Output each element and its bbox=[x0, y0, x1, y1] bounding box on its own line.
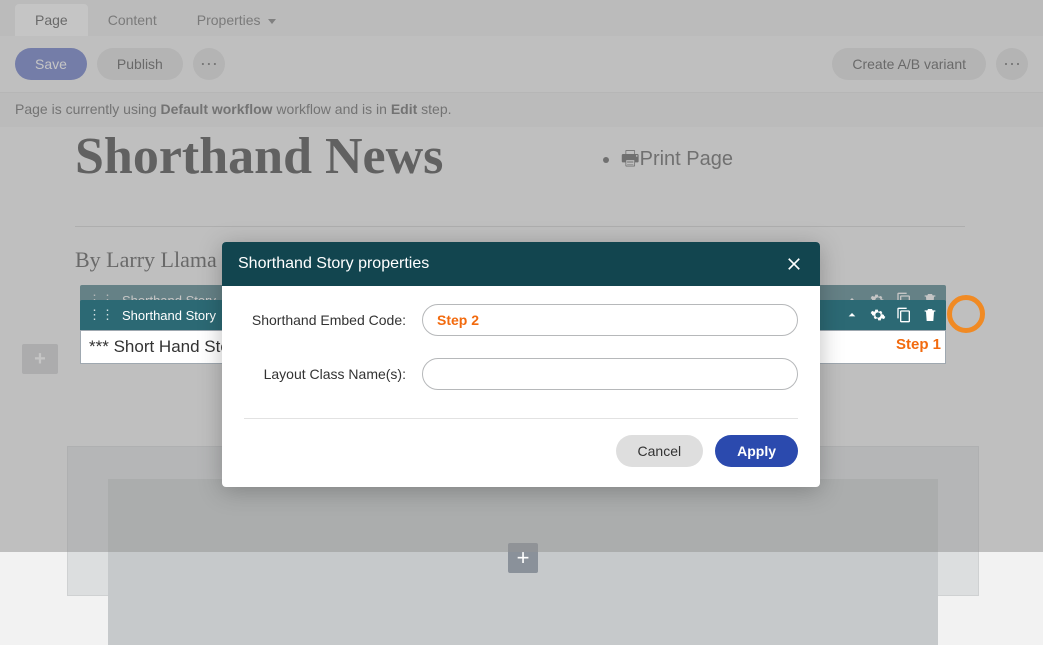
annotation-step1-label: Step 1 bbox=[896, 336, 941, 353]
close-icon[interactable] bbox=[784, 254, 804, 274]
gear-icon[interactable] bbox=[870, 307, 886, 323]
layout-class-input[interactable] bbox=[422, 358, 798, 390]
modal-header: Shorthand Story properties bbox=[222, 242, 820, 286]
layout-class-label: Layout Class Name(s): bbox=[244, 366, 422, 382]
drag-handle-icon[interactable]: ⋮⋮ bbox=[88, 307, 114, 323]
modal-title: Shorthand Story properties bbox=[238, 255, 784, 273]
cancel-button[interactable]: Cancel bbox=[616, 435, 704, 467]
trash-icon[interactable] bbox=[922, 307, 938, 323]
apply-button[interactable]: Apply bbox=[715, 435, 798, 467]
modal-body: Shorthand Embed Code: Layout Class Name(… bbox=[222, 286, 820, 418]
up-icon[interactable] bbox=[844, 307, 860, 323]
modal-footer: Cancel Apply bbox=[222, 419, 820, 487]
embed-code-label: Shorthand Embed Code: bbox=[244, 312, 422, 328]
story-properties-modal: Shorthand Story properties Shorthand Emb… bbox=[222, 242, 820, 487]
form-row-embed: Shorthand Embed Code: bbox=[244, 304, 798, 336]
copy-icon[interactable] bbox=[896, 307, 912, 323]
form-row-layout: Layout Class Name(s): bbox=[244, 358, 798, 390]
embed-code-input[interactable] bbox=[422, 304, 798, 336]
